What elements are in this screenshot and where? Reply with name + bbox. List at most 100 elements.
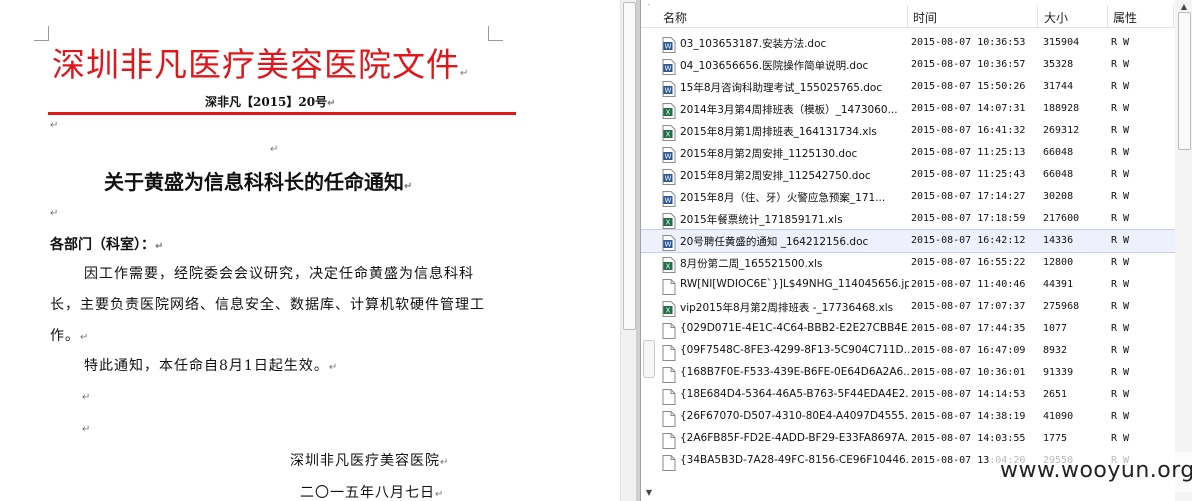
file-row[interactable]: W 2015年8月第2周安排_112542750.doc 2015-08-07 11… [641,164,1175,186]
file-row[interactable]: W 20号聘任黄盛的通知 _164212156.doc 2015-08-07 16:… [641,229,1176,253]
excel-sheet-icon: X [662,103,676,119]
file-size: 315904 [1043,37,1080,48]
file-attr: R W [1111,169,1130,180]
file-icon [662,411,676,427]
file-list-scrollbar-thumb[interactable] [1178,12,1191,150]
document-page: 深圳非凡医疗美容医院文件↵ 深非凡【2015】20号↵ ↵ ↵ 关于黄盛为信息科… [0,0,620,501]
file-attr: R W [1111,213,1130,224]
file-name: {2A6FB85F-FD2E-4ADD-BF29-E33FA8697A... [680,432,909,444]
document-scrollbar[interactable] [620,0,637,501]
file-name: {18E684D4-5364-46A5-B763-5F44EDA4E2... [680,388,909,400]
file-name: 2015年8月（住、牙）火警应急预案_171... [680,192,886,204]
file-time: 2015-08-07 11:25:13 [911,147,1026,158]
file-row[interactable]: X 8月份第二周_165521500.xls 2015-08-07 16:55:22… [641,252,1175,274]
file-attr: R W [1111,235,1130,246]
word-doc-icon: W [662,147,676,163]
excel-sheet-icon: X [662,125,676,141]
file-list-header: 名称 时间 大小 属性 [641,5,1175,28]
file-name: vip2015年8月第2周排班表 -_17736468.xls [680,302,894,314]
svg-text:W: W [665,241,672,249]
scroll-down-arrow-icon[interactable]: ▼ [643,488,655,497]
file-time: 2015-08-07 10:36:57 [911,59,1026,70]
svg-text:W: W [665,87,672,95]
file-size: 66048 [1043,147,1074,158]
file-row[interactable]: X 2014年3月第4周排班表（模板）_1473060... 2015-08-07 … [641,98,1175,120]
word-doc-icon: W [662,191,676,207]
file-row[interactable]: W 2015年8月（住、牙）火警应急预案_171... 2015-08-07 17:… [641,186,1175,208]
file-time: 2015-08-07 16:41:32 [911,125,1026,136]
svg-text:W: W [665,175,672,183]
file-row[interactable]: W 15年8月咨询科助理考试_155025765.doc 2015-08-07 15… [641,76,1175,98]
paragraph-mark: ↵ [82,424,91,435]
file-row[interactable]: {029D071E-4E1C-4C64-BBB2-E2E27CBB4E... 20… [641,318,1175,340]
file-row[interactable]: W 2015年8月第2周安排_1125130.doc 2015-08-07 11:2… [641,142,1175,164]
column-header-name[interactable]: 名称 [663,9,687,26]
file-name: {09F7548C-8FE3-4299-8F13-5C904C711D... [680,344,909,356]
file-row[interactable]: {09F7548C-8FE3-4299-8F13-5C904C711D... 20… [641,340,1175,362]
red-divider-line [48,112,516,115]
svg-text:X: X [666,307,671,315]
file-size: 14336 [1043,235,1074,246]
file-name: RW[NI[WDIOC6E`}]L$49NHG_114045656.jpg [680,278,909,290]
file-icon [662,389,676,405]
signature-line: 深圳非凡医疗美容医院↵ [290,453,450,469]
file-size: 1775 [1043,433,1068,444]
file-row[interactable]: {168B7F0E-F533-439E-B6FE-0E64D6A2A6... 20… [641,362,1175,384]
file-row[interactable]: W 03_103653187.安装方法.doc 2015-08-07 10:36:5… [641,32,1175,54]
file-attr: R W [1111,411,1130,422]
excel-sheet-icon: X [662,257,676,273]
svg-text:W: W [665,65,672,73]
file-name: {26F67070-D507-4310-80E4-A4097D4555... [680,410,909,422]
watermark-text: www.wooyun.org [1000,458,1192,483]
file-time: 2015-08-07 17:18:59 [911,213,1026,224]
file-row[interactable]: X 2015年餐票统计_171859171.xls 2015-08-07 17:18… [641,208,1175,230]
effective-date-line: 特此通知，本任命自8月1日起生效。↵ [84,358,339,374]
paragraph-mark: ↵ [270,144,279,155]
file-row[interactable]: Xvip2015年8月第2周排班表 -_17736468.xls 2015-08-… [641,296,1175,318]
column-header-time[interactable]: 时间 [913,9,937,26]
file-size: 44391 [1043,279,1074,290]
file-attr: R W [1111,257,1130,268]
file-size: 8932 [1043,345,1068,356]
file-size: 91339 [1043,367,1074,378]
file-icon [662,433,676,449]
document-scrollbar-thumb[interactable] [623,2,636,330]
file-time: 2015-08-07 14:14:53 [911,389,1026,400]
file-row[interactable]: {18E684D4-5364-46A5-B763-5F44EDA4E2... 20… [641,384,1175,406]
file-row[interactable]: RW[NI[WDIOC6E`}]L$49NHG_114045656.jpg 201… [641,274,1175,296]
signature-date: 二〇一五年八月七日↵ [300,485,445,501]
column-header-attr[interactable]: 属性 [1113,9,1137,26]
file-attr: R W [1111,323,1130,334]
file-size: 269312 [1043,125,1080,136]
file-row[interactable]: W 04_103656656.医院操作简单说明.doc 2015-08-07 10:… [641,54,1175,76]
svg-text:W: W [665,43,672,51]
column-header-size[interactable]: 大小 [1044,9,1068,26]
file-row[interactable]: X 2015年8月第1周排班表_164131734.xls 2015-08-07 1… [641,120,1175,142]
file-attr: R W [1111,301,1130,312]
scroll-up-arrow-icon[interactable]: ▲ [1178,2,1190,11]
file-time: 2015-08-07 16:55:22 [911,257,1026,268]
file-row[interactable]: {26F67070-D507-4310-80E4-A4097D4555... 20… [641,406,1175,428]
excel-sheet-icon: X [662,213,676,229]
file-name: 04_103656656.医院操作简单说明.doc [680,60,869,72]
file-icon [662,367,676,383]
file-name: 20号聘任黄盛的通知 _164212156.doc [680,236,869,248]
file-name: {168B7F0E-F533-439E-B6FE-0E64D6A2A6... [680,366,909,378]
file-list-scrollbar[interactable]: ▲ [1175,0,1192,501]
svg-text:X: X [666,219,671,227]
document-title: 深圳非凡医疗美容医院文件↵ [52,45,470,84]
word-doc-icon: W [662,235,676,251]
file-time: 2015-08-07 17:07:37 [911,301,1026,312]
file-row[interactable]: {2A6FB85F-FD2E-4ADD-BF29-E33FA8697A... 20… [641,428,1175,450]
file-size: 188928 [1043,103,1080,114]
file-time: 2015-08-07 10:36:53 [911,37,1026,48]
file-size: 2651 [1043,389,1068,400]
file-attr: R W [1111,367,1130,378]
file-name: 2015年8月第1周排班表_164131734.xls [680,126,877,138]
file-size: 1077 [1043,323,1068,334]
file-size: 30208 [1043,191,1074,202]
word-doc-icon: W [662,59,676,75]
file-attr: R W [1111,345,1130,356]
file-time: 2015-08-07 17:14:27 [911,191,1026,202]
file-list-panel: ▲ ▼ 名称 时间 大小 属性 W 03_103653187.安装方法.doc 20… [640,0,1192,501]
